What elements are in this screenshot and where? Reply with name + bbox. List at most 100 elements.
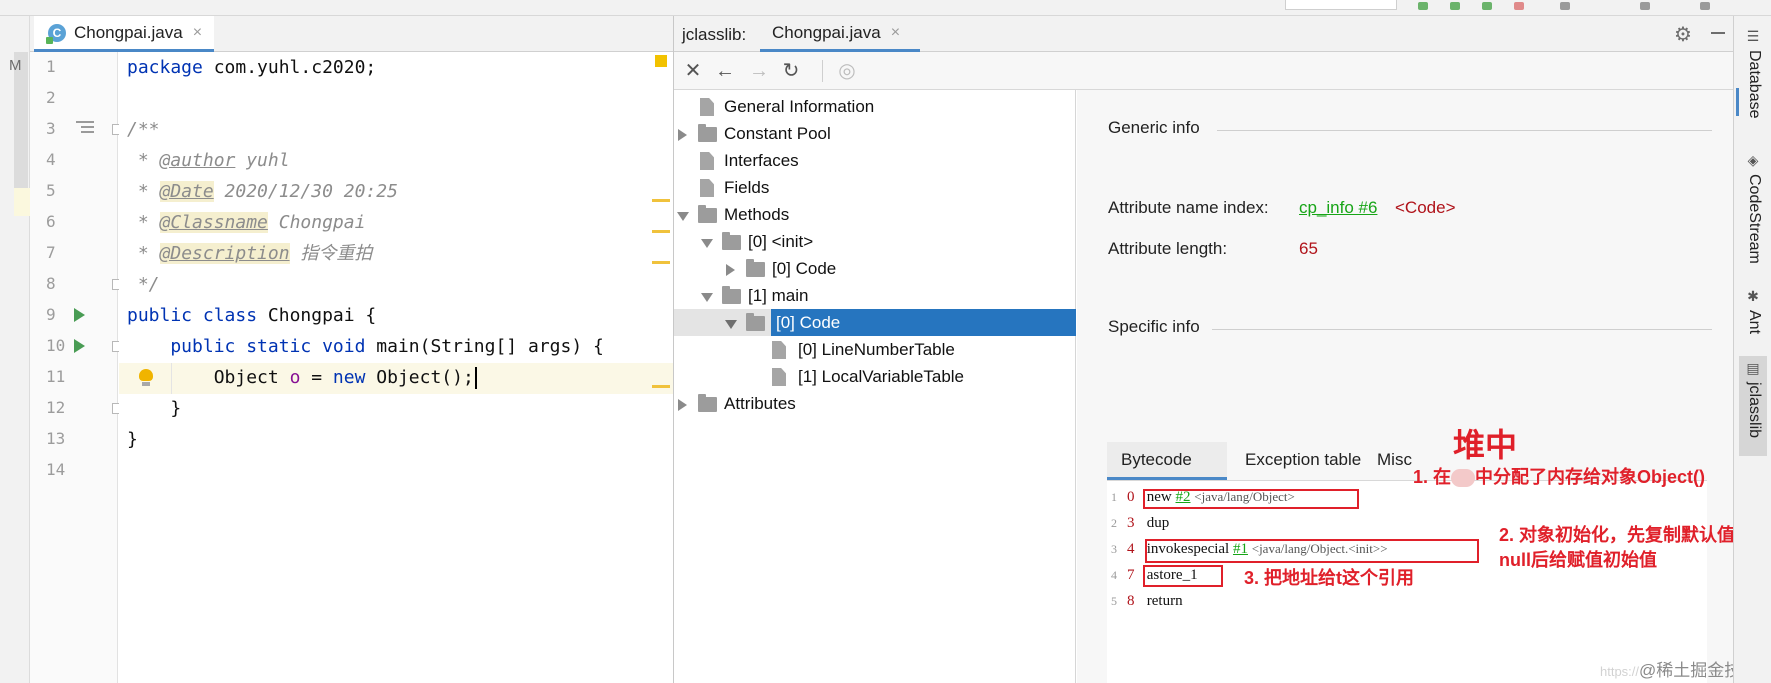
warning-stripe[interactable] — [652, 199, 670, 202]
code-editor[interactable]: package com.yuhl.c2020; /** * @author yu… — [119, 52, 673, 683]
left-tool-strip: M — [0, 16, 30, 683]
tree-item-methods[interactable]: Methods — [674, 201, 1076, 228]
editor-tab-chongpai[interactable]: C Chongpai.java × — [34, 16, 214, 52]
tree-item-fields[interactable]: Fields — [674, 174, 1076, 201]
tree-item-label: [0] LineNumberTable — [798, 340, 955, 359]
run-class-icon[interactable] — [74, 308, 85, 322]
line-number: 4 — [46, 150, 56, 169]
section-divider — [1217, 130, 1712, 131]
collapse-arrow-icon[interactable] — [701, 239, 713, 248]
forward-arrow-icon[interactable]: → — [746, 58, 772, 84]
code-line: * @author yuhl — [127, 150, 290, 171]
file-icon — [700, 179, 714, 197]
tree-item-general-information[interactable]: General Information — [674, 93, 1076, 120]
code-line: * @Classname Chongpai — [127, 212, 366, 233]
settings-icon[interactable] — [1560, 2, 1570, 10]
folder-icon — [722, 286, 741, 304]
bytecode-line: 23 dup — [1111, 515, 1170, 531]
expand-arrow-icon[interactable] — [678, 129, 687, 141]
run-config-selector[interactable] — [1285, 0, 1397, 10]
code-line: /** — [127, 119, 160, 140]
tool-window-codestream[interactable]: ◈ CodeStream — [1739, 150, 1767, 280]
close-icon[interactable]: × — [193, 24, 202, 42]
implemented-structure-icon[interactable] — [76, 121, 94, 137]
expand-arrow-icon[interactable] — [678, 399, 687, 411]
cp-info-link[interactable]: cp_info #6 — [1299, 198, 1377, 218]
tree-item-local-variable-table[interactable]: [1] LocalVariableTable — [674, 363, 1076, 390]
close-icon[interactable]: × — [891, 24, 900, 42]
codestream-icon: ◈ — [1747, 152, 1759, 168]
code-line: package com.yuhl.c2020; — [127, 57, 377, 78]
minimize-icon[interactable] — [1711, 32, 1725, 34]
annotation-note-2-line1: 2. 对象初始化，先复制默认值 — [1499, 525, 1736, 545]
tool-window-jclasslib[interactable]: ▤ jclasslib — [1739, 356, 1767, 456]
ide-update-icon[interactable] — [1700, 2, 1710, 10]
tree-item-interfaces[interactable]: Interfaces — [674, 147, 1076, 174]
warning-stripe[interactable] — [652, 261, 670, 264]
tree-item-method-main[interactable]: [1] main — [674, 282, 1076, 309]
run-icon[interactable] — [1418, 2, 1428, 10]
tree-item-init-code[interactable]: [0] Code — [674, 255, 1076, 282]
debug-icon[interactable] — [1450, 2, 1460, 10]
tree-item-label: Fields — [724, 178, 770, 197]
search-icon[interactable] — [1640, 2, 1650, 10]
inspection-status-icon[interactable] — [655, 55, 667, 67]
tab-exception-table[interactable]: Exception table — [1231, 442, 1375, 480]
gear-icon[interactable]: ⚙ — [1674, 22, 1692, 47]
file-icon — [772, 341, 786, 359]
text-caret — [474, 367, 477, 389]
tree-item-constant-pool[interactable]: Constant Pool — [674, 120, 1076, 147]
section-divider — [1212, 329, 1712, 330]
close-icon[interactable]: ✕ — [680, 58, 706, 84]
attr-name-value: <Code> — [1395, 198, 1456, 217]
line-number: 1 — [46, 57, 56, 76]
generic-info-title: Generic info — [1108, 118, 1200, 137]
annotation-box-new — [1143, 489, 1359, 509]
expand-arrow-icon[interactable] — [726, 264, 735, 276]
tree-item-attributes[interactable]: Attributes — [674, 390, 1076, 417]
folder-icon — [722, 232, 741, 250]
warning-stripe[interactable] — [652, 385, 670, 388]
jclasslib-icon: ▤ — [1746, 360, 1760, 376]
stop-icon[interactable] — [1514, 2, 1524, 10]
tree-item-label: [0] <init> — [748, 232, 814, 251]
annotation-note-1: 1. 在中分配了内存给对象Object() — [1413, 467, 1706, 488]
tab-bytecode[interactable]: Bytecode — [1107, 442, 1227, 480]
annotation-note-3: 3. 把地址给t这个引用 — [1244, 568, 1415, 588]
tree-item-line-number-table[interactable]: [0] LineNumberTable — [674, 336, 1076, 363]
folder-icon — [698, 394, 717, 412]
jclasslib-label: jclasslib: — [682, 25, 747, 44]
line-number: 7 — [46, 243, 56, 262]
tree-item-label: Interfaces — [724, 151, 799, 170]
jclasslib-tab-chongpai[interactable]: Chongpai.java × — [760, 16, 920, 52]
collapse-arrow-icon[interactable] — [677, 212, 689, 221]
line-number: 14 — [46, 460, 66, 479]
back-arrow-icon[interactable]: ← — [712, 58, 738, 84]
tool-window-ant[interactable]: ✱ Ant — [1739, 284, 1767, 354]
line-number: 12 — [46, 398, 66, 417]
maven-label[interactable]: M — [9, 57, 22, 74]
tool-window-database[interactable]: ☰ Database — [1739, 24, 1767, 134]
browser-globe-icon[interactable]: ◎ — [834, 58, 860, 84]
bytecode-line: 58 return — [1111, 593, 1183, 609]
coverage-icon[interactable] — [1482, 2, 1492, 10]
ant-icon: ✱ — [1747, 288, 1759, 304]
line-number: 9 — [46, 305, 56, 324]
collapse-arrow-icon[interactable] — [701, 293, 713, 302]
tree-item-label: Attributes — [724, 394, 796, 413]
collapse-arrow-icon[interactable] — [725, 320, 737, 329]
tree-item-label: Methods — [724, 205, 790, 224]
attr-name-index-label: Attribute name index: — [1108, 198, 1269, 217]
tree-item-method-init[interactable]: [0] <init> — [674, 228, 1076, 255]
refresh-icon[interactable]: ↻ — [778, 58, 804, 84]
warning-stripe[interactable] — [652, 230, 670, 233]
run-main-icon[interactable] — [74, 339, 85, 353]
annotation-heap-title: 堆中 — [1453, 427, 1518, 463]
jclasslib-tab-label: Chongpai.java — [772, 22, 881, 42]
toolbar-separator — [822, 60, 823, 82]
annotation-box-invokespecial — [1145, 539, 1479, 563]
tree-item-main-code[interactable]: [0] Code — [674, 309, 1076, 336]
database-active-indicator — [1736, 88, 1739, 116]
attr-length-value: 65 — [1299, 239, 1318, 258]
file-icon — [700, 98, 714, 116]
